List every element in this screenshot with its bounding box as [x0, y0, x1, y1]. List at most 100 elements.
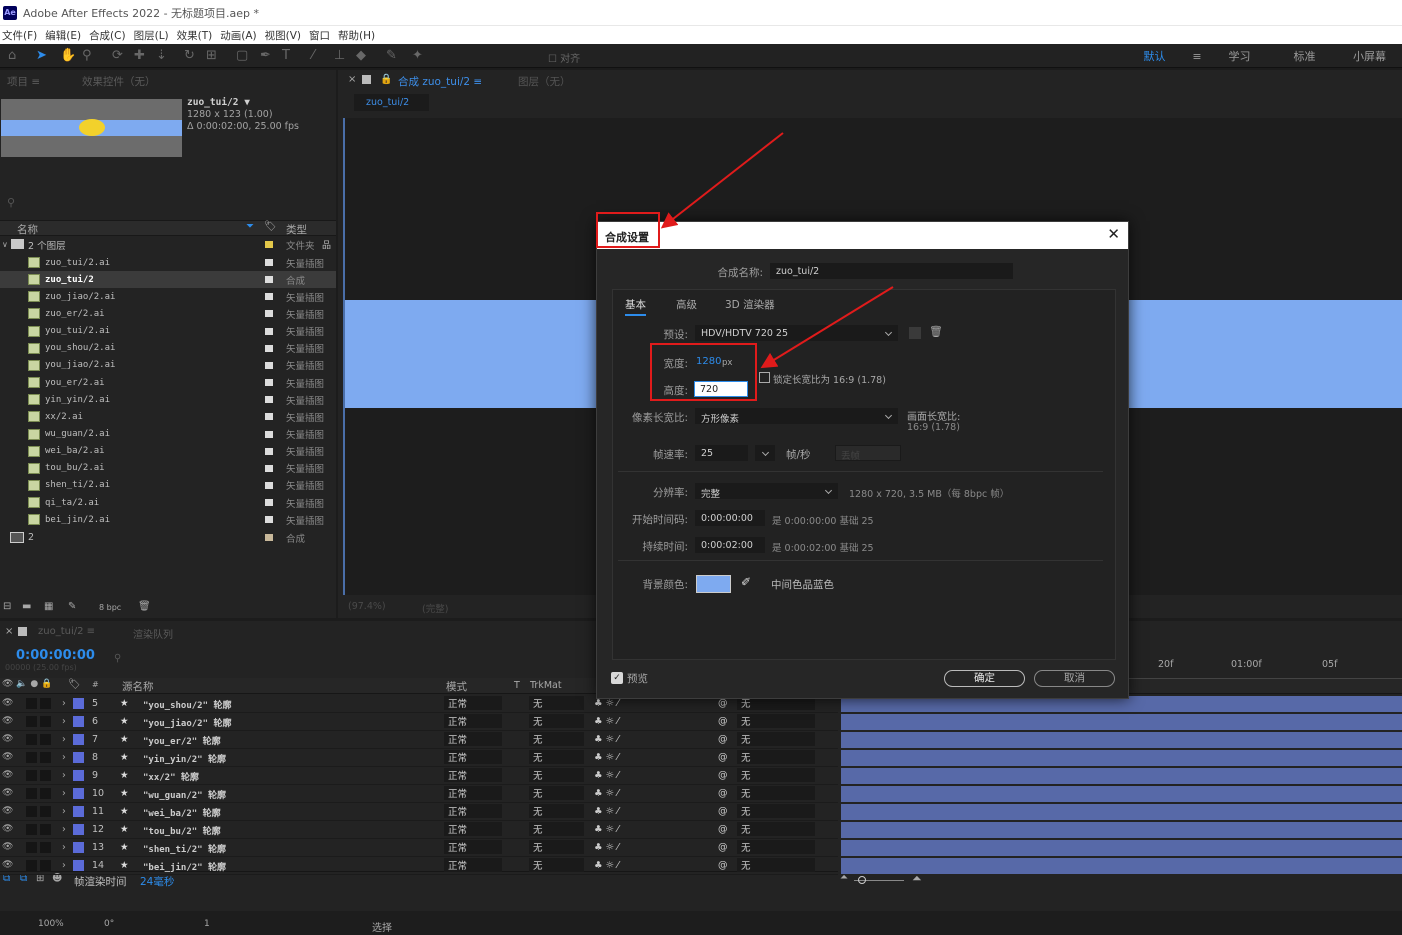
layer-label-swatch[interactable] — [73, 788, 84, 799]
layer-row[interactable]: 👁 › 6 ★ "you_jiao/2" 轮廓 正常 无 ♣ ☼ ⁄ @ 无 — [0, 713, 838, 731]
eye-icon[interactable]: 👁 — [2, 806, 13, 816]
mode-dropdown[interactable]: 正常 — [444, 858, 502, 872]
trash-icon[interactable]: 🗑 — [929, 325, 943, 338]
workspace-standard[interactable]: 标准 — [1272, 48, 1337, 64]
parent-dropdown[interactable]: 无 — [737, 840, 815, 854]
orbit-tool-icon[interactable]: ⟳ — [112, 48, 123, 63]
label-swatch[interactable] — [265, 481, 273, 489]
label-swatch[interactable] — [265, 413, 273, 421]
zoom-handle[interactable] — [858, 876, 866, 884]
project-item[interactable]: zuo_tui/2.ai 矢量插图 — [0, 254, 336, 271]
footer-number[interactable]: 1 — [204, 919, 210, 929]
trkmat-dropdown[interactable]: 无 — [529, 750, 584, 764]
mode-dropdown[interactable]: 正常 — [444, 750, 502, 764]
magnification-dropdown[interactable]: (97.4%) — [348, 601, 386, 612]
layer-label-swatch[interactable] — [73, 752, 84, 763]
pickwhip-icon[interactable]: @ — [718, 860, 728, 871]
chevron-down-icon[interactable]: ∨ — [2, 240, 8, 249]
label-swatch[interactable] — [265, 534, 273, 541]
eye-icon[interactable]: 👁 — [2, 824, 13, 834]
label-swatch[interactable] — [265, 241, 273, 248]
hand-tool-icon[interactable]: ✋ — [60, 48, 76, 63]
trkmat-dropdown[interactable]: 无 — [529, 840, 584, 854]
label-icon[interactable]: 🏷 — [264, 221, 277, 232]
layer-label-swatch[interactable] — [73, 716, 84, 727]
lock-toggle[interactable] — [40, 716, 51, 727]
puppet-tool-icon[interactable]: ✦ — [412, 48, 423, 63]
mode-dropdown[interactable]: 正常 — [444, 840, 502, 854]
trkmat-dropdown[interactable]: 无 — [529, 732, 584, 746]
chevron-right-icon[interactable]: › — [62, 734, 66, 745]
switches-icon[interactable]: ♣ ☼ ⁄ — [594, 788, 619, 799]
layer-row[interactable]: 👁 › 13 ★ "shen_ti/2" 轮廓 正常 无 ♣ ☼ ⁄ @ 无 — [0, 839, 838, 857]
eye-icon[interactable]: 👁 — [2, 860, 13, 870]
layer-name[interactable]: "you_shou/2" 轮廓 — [143, 698, 231, 711]
frame-rate-input[interactable]: 25 — [695, 445, 748, 461]
layer-label-swatch[interactable] — [73, 860, 84, 871]
parent-dropdown[interactable]: 无 — [737, 714, 815, 728]
eraser-tool-icon[interactable]: ◆ — [356, 48, 366, 63]
workspace-default[interactable]: 默认 — [1122, 48, 1187, 64]
lock-toggle[interactable] — [40, 824, 51, 835]
layer-name[interactable]: "shen_ti/2" 轮廓 — [143, 842, 226, 855]
label-swatch[interactable] — [265, 276, 273, 284]
cancel-button[interactable]: 取消 — [1034, 670, 1115, 687]
parent-dropdown[interactable]: 无 — [737, 822, 815, 836]
chevron-right-icon[interactable]: › — [62, 752, 66, 763]
col-trkmat[interactable]: TrkMat — [530, 680, 562, 691]
ok-button[interactable]: 确定 — [944, 670, 1025, 687]
chevron-right-icon[interactable]: › — [62, 824, 66, 835]
pickwhip-icon[interactable]: @ — [718, 752, 728, 763]
eye-icon[interactable]: 👁 — [2, 698, 13, 708]
chevron-right-icon[interactable]: › — [62, 788, 66, 799]
switches-icon[interactable]: ♣ ☼ ⁄ — [594, 734, 619, 745]
pickwhip-icon[interactable]: @ — [718, 716, 728, 727]
layer-row[interactable]: 👁 › 9 ★ "xx/2" 轮廓 正常 无 ♣ ☼ ⁄ @ 无 — [0, 767, 838, 785]
pickwhip-icon[interactable]: @ — [718, 806, 728, 817]
label-swatch[interactable] — [265, 259, 273, 266]
menu-file[interactable]: 文件(F) — [2, 28, 37, 43]
mode-dropdown[interactable]: 正常 — [444, 696, 502, 710]
start-timecode-input[interactable]: 0:00:00:00 — [695, 510, 765, 526]
duration-input[interactable]: 0:00:02:00 — [695, 537, 765, 553]
chevron-right-icon[interactable]: › — [62, 842, 66, 853]
layer-duration-bar[interactable] — [841, 714, 1402, 730]
eye-icon[interactable]: 👁 — [2, 842, 13, 852]
project-item[interactable]: you_tui/2.ai 矢量插图 — [0, 323, 336, 340]
layer-duration-bar[interactable] — [841, 858, 1402, 874]
label-swatch[interactable] — [265, 447, 273, 455]
layer-name[interactable]: "yin_yin/2" 轮廓 — [143, 752, 226, 765]
menu-layer[interactable]: 图层(L) — [134, 28, 169, 43]
comp-breadcrumb[interactable]: zuo_tui/2 — [354, 94, 429, 111]
parent-dropdown[interactable]: 无 — [737, 786, 815, 800]
lock-toggle[interactable] — [40, 752, 51, 763]
layer-row[interactable]: 👁 › 10 ★ "wu_guan/2" 轮廓 正常 无 ♣ ☼ ⁄ @ 无 — [0, 785, 838, 803]
switches-icon[interactable]: ♣ ☼ ⁄ — [594, 824, 619, 835]
layer-name[interactable]: "wu_guan/2" 轮廓 — [143, 788, 226, 801]
parent-dropdown[interactable]: 无 — [737, 804, 815, 818]
solo-toggle[interactable] — [26, 698, 37, 709]
eye-icon[interactable]: 👁 — [2, 716, 13, 726]
search-icon[interactable]: ⚲ — [114, 653, 121, 664]
close-icon[interactable]: × — [348, 74, 356, 85]
project-item[interactable]: bei_jin/2.ai 矢量插图 — [0, 511, 336, 528]
project-item[interactable]: xx/2.ai 矢量插图 — [0, 408, 336, 425]
label-swatch[interactable] — [265, 396, 273, 404]
mode-dropdown[interactable]: 正常 — [444, 768, 502, 782]
layer-name[interactable]: "xx/2" 轮廓 — [143, 770, 199, 783]
project-item[interactable]: you_shou/2.ai 矢量插图 — [0, 340, 336, 357]
project-item[interactable]: tou_bu/2.ai 矢量插图 — [0, 460, 336, 477]
pickwhip-icon[interactable]: @ — [718, 824, 728, 835]
solo-toggle[interactable] — [26, 716, 37, 727]
eye-icon[interactable]: 👁 — [2, 752, 13, 762]
tab-composition[interactable]: 合成 zuo_tui/2 ≡ — [398, 74, 482, 89]
layer-label-swatch[interactable] — [73, 698, 84, 709]
current-timecode[interactable]: 0:00:00:00 — [16, 648, 95, 663]
menu-animation[interactable]: 动画(A) — [220, 28, 256, 43]
layer-label-swatch[interactable] — [73, 734, 84, 745]
layer-duration-bar[interactable] — [841, 822, 1402, 838]
parent-dropdown[interactable]: 无 — [737, 750, 815, 764]
col-name[interactable]: 名称 — [17, 222, 38, 237]
col-mode[interactable]: 模式 — [446, 679, 467, 694]
lock-toggle[interactable] — [40, 734, 51, 745]
